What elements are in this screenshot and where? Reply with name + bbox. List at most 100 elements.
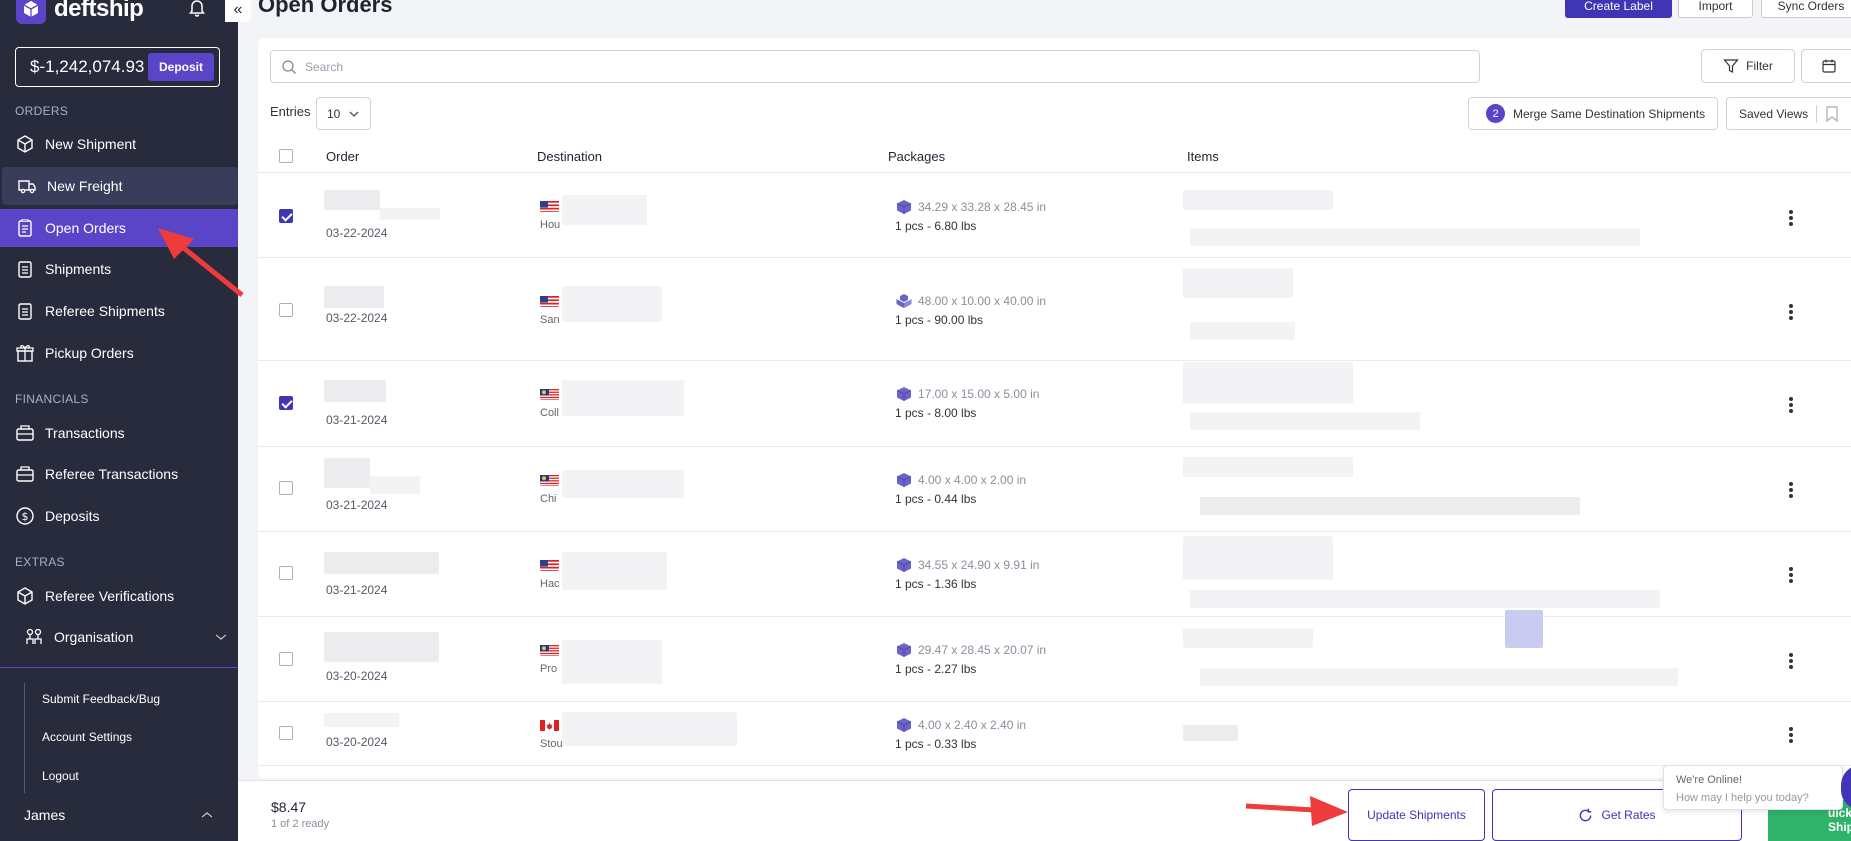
search-input[interactable]: Search [270, 50, 1480, 83]
merge-shipments-button[interactable]: 2 Merge Same Destination Shipments [1468, 97, 1718, 130]
sidebar-item-label: Referee Transactions [45, 466, 179, 482]
row-checkbox[interactable] [279, 209, 293, 223]
saved-views-label: Saved Views [1739, 106, 1809, 121]
entries-select[interactable]: 10 [316, 97, 371, 130]
redacted-item [1200, 668, 1678, 686]
sidebar: deftship $-1,242,074.93 Deposit ORDERS N… [0, 0, 238, 841]
divider [0, 667, 238, 668]
notification-bell-icon[interactable] [186, 0, 210, 20]
redacted-order-id [324, 458, 370, 488]
sidebar-item-label: Shipments [45, 261, 112, 277]
malaysia-flag-icon [540, 644, 559, 656]
order-date: 03-22-2024 [326, 311, 388, 325]
sidebar-item-organisation[interactable]: Organisation [0, 618, 238, 656]
saved-views-button[interactable]: Saved Views [1726, 97, 1851, 130]
bookmark-icon[interactable] [1825, 105, 1839, 122]
ready-count: 1 of 2 ready [271, 818, 330, 830]
sidebar-item-new-shipment[interactable]: New Shipment [0, 125, 238, 163]
row-checkbox[interactable] [279, 652, 293, 666]
divider [258, 172, 1851, 173]
logout-link[interactable]: Logout [42, 769, 79, 783]
order-date: 03-21-2024 [326, 498, 388, 512]
sync-orders-button[interactable]: Sync Orders [1761, 0, 1851, 18]
order-date: 03-21-2024 [326, 413, 388, 427]
briefcase-icon [16, 466, 34, 482]
import-button[interactable]: Import [1678, 0, 1753, 18]
redacted-order-id [324, 713, 399, 727]
malaysia-flag-icon [540, 474, 559, 486]
create-label-button[interactable]: Create Label [1565, 0, 1672, 18]
annotation-arrow-icon [158, 228, 244, 297]
sidebar-item-referee-verifications[interactable]: Referee Verifications [0, 577, 238, 615]
update-shipments-button[interactable]: Update Shipments [1348, 789, 1485, 841]
package-icon [896, 643, 912, 657]
row-checkbox[interactable] [279, 303, 293, 317]
package-weight: 1 pcs - 2.27 lbs [895, 662, 977, 676]
redacted-item [1505, 610, 1543, 648]
row-checkbox[interactable] [279, 726, 293, 740]
sidebar-item-label: Deposits [45, 508, 100, 524]
chevron-down-icon [349, 111, 359, 117]
redacted-order-id [324, 552, 439, 574]
chevron-up-icon[interactable] [200, 808, 214, 822]
sidebar-item-label: Open Orders [45, 220, 126, 236]
canada-flag-icon [540, 719, 559, 731]
submit-feedback-link[interactable]: Submit Feedback/Bug [42, 692, 160, 706]
chat-popup[interactable]: We're Online! How may I help you today? [1663, 765, 1843, 810]
order-date: 03-21-2024 [326, 583, 388, 597]
sidebar-item-deposits[interactable]: $ Deposits [0, 497, 238, 535]
submenu-line [24, 683, 25, 793]
divider [258, 531, 1851, 532]
chevron-down-icon [215, 634, 227, 640]
sidebar-item-transactions[interactable]: Transactions [0, 414, 238, 452]
row-menu-icon[interactable] [1789, 208, 1793, 228]
date-picker-button[interactable] [1801, 49, 1851, 83]
package-dimensions: 4.00 x 2.40 x 2.40 in [918, 718, 1027, 732]
package-weight: 1 pcs - 90.00 lbs [895, 313, 984, 327]
sidebar-item-referee-transactions[interactable]: Referee Transactions [0, 455, 238, 493]
deposit-button[interactable]: Deposit [147, 53, 214, 81]
refresh-icon [1580, 808, 1592, 821]
collapse-sidebar-button[interactable]: « [225, 0, 251, 22]
column-header-order: Order [326, 149, 360, 164]
account-settings-link[interactable]: Account Settings [42, 730, 132, 744]
dollar-circle-icon: $ [16, 507, 34, 525]
redacted-address [562, 552, 667, 590]
select-all-checkbox[interactable] [279, 149, 293, 163]
row-menu-icon[interactable] [1789, 480, 1793, 500]
sidebar-item-label: Transactions [45, 425, 125, 441]
destination-city: Pro [540, 663, 558, 675]
chat-status: We're Online! [1676, 774, 1743, 786]
row-checkbox[interactable] [279, 396, 293, 410]
filter-button[interactable]: Filter [1701, 49, 1795, 83]
section-orders: ORDERS [15, 104, 69, 118]
destination-city: Coll [540, 407, 559, 419]
merge-count-badge: 2 [1486, 104, 1505, 123]
sidebar-item-new-freight[interactable]: New Freight [2, 167, 238, 205]
package-weight: 1 pcs - 0.33 lbs [895, 737, 977, 751]
filter-icon [1723, 59, 1739, 73]
sidebar-item-pickup-orders[interactable]: Pickup Orders [0, 334, 238, 372]
redacted-order-id [370, 476, 420, 494]
redacted-item [1183, 725, 1238, 741]
package-weight: 1 pcs - 8.00 lbs [895, 406, 977, 420]
row-menu-icon[interactable] [1789, 395, 1793, 415]
row-menu-icon[interactable] [1789, 725, 1793, 745]
row-menu-icon[interactable] [1789, 565, 1793, 585]
row-menu-icon[interactable] [1789, 302, 1793, 322]
verified-box-icon [17, 587, 33, 605]
row-checkbox[interactable] [279, 481, 293, 495]
search-placeholder: Search [305, 59, 344, 74]
user-name[interactable]: James [24, 807, 65, 823]
order-date: 03-22-2024 [326, 226, 388, 240]
brand-logo[interactable]: deftship [16, 0, 144, 24]
row-checkbox[interactable] [279, 566, 293, 580]
organisation-icon [26, 628, 42, 644]
divider [258, 360, 1851, 361]
order-date: 03-20-2024 [326, 735, 388, 749]
balance-box: $-1,242,074.93 Deposit [15, 47, 220, 87]
merge-label: Merge Same Destination Shipments [1513, 106, 1706, 121]
row-menu-icon[interactable] [1789, 651, 1793, 671]
destination-city: Hou [540, 219, 561, 231]
redacted-item [1183, 628, 1313, 648]
